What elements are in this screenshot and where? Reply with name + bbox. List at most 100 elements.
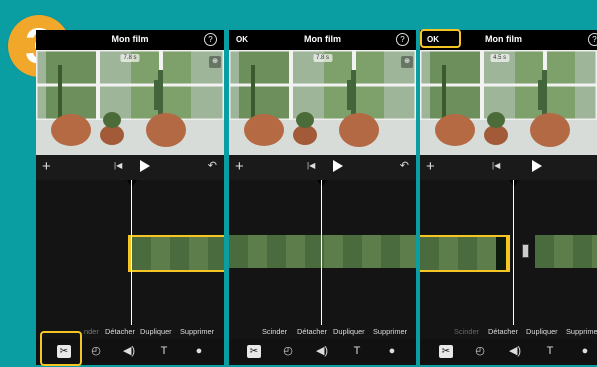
frame bbox=[400, 235, 416, 268]
frame bbox=[343, 235, 362, 268]
frame bbox=[132, 237, 151, 270]
frame bbox=[420, 237, 439, 270]
text-icon[interactable]: T bbox=[543, 345, 557, 358]
split-action[interactable]: Scinder bbox=[454, 327, 479, 336]
delete-action[interactable]: Supprimer bbox=[373, 327, 407, 336]
split-action[interactable]: nder bbox=[84, 327, 99, 336]
editor-panel-2: OK Mon film ? 7.8 s ⊕ + |◀ ↶ Scinder Dét… bbox=[229, 30, 416, 365]
playhead[interactable] bbox=[513, 180, 514, 325]
scissors-highlight bbox=[40, 331, 82, 366]
delete-action[interactable]: Supprimer bbox=[180, 327, 214, 336]
zoom-icon[interactable]: ⊕ bbox=[209, 56, 221, 68]
duplicate-action[interactable]: Dupliquer bbox=[333, 327, 365, 336]
split-marker bbox=[522, 244, 529, 258]
scissors-icon[interactable]: ✂ bbox=[439, 345, 453, 358]
undo-icon[interactable]: ↶ bbox=[400, 159, 409, 172]
scissors-icon[interactable]: ✂ bbox=[247, 345, 261, 358]
clip-duration-label: 7.8 s bbox=[120, 54, 140, 62]
clip-strip[interactable] bbox=[229, 235, 416, 268]
playhead-notch bbox=[317, 180, 327, 187]
frame bbox=[362, 235, 381, 268]
project-title: Mon film bbox=[111, 34, 149, 44]
playhead-notch bbox=[127, 180, 137, 187]
frame bbox=[229, 235, 248, 268]
plus-icon[interactable]: + bbox=[42, 158, 51, 175]
zoom-icon[interactable]: ⊕ bbox=[401, 56, 413, 68]
frame bbox=[592, 235, 597, 268]
volume-icon[interactable]: ◀) bbox=[122, 345, 136, 358]
text-icon[interactable]: T bbox=[350, 345, 364, 358]
duplicate-action[interactable]: Dupliquer bbox=[140, 327, 172, 336]
duplicate-action[interactable]: Dupliquer bbox=[526, 327, 558, 336]
filters-icon[interactable]: ● bbox=[192, 345, 206, 358]
filters-icon[interactable]: ● bbox=[385, 345, 399, 358]
top-bar: OK Mon film ? bbox=[229, 30, 416, 50]
frame bbox=[208, 237, 224, 270]
frame bbox=[477, 237, 496, 270]
volume-icon[interactable]: ◀) bbox=[315, 345, 329, 358]
skip-back-icon[interactable]: |◀ bbox=[307, 161, 315, 170]
bottom-toolbar: ✂ ◴ ◀) T ● bbox=[420, 339, 597, 365]
frame bbox=[267, 235, 286, 268]
frame bbox=[248, 235, 267, 268]
frame bbox=[535, 235, 554, 268]
video-preview: 7.8 s ⊕ bbox=[36, 50, 224, 155]
detach-action[interactable]: Détacher bbox=[488, 327, 518, 336]
skip-back-icon[interactable]: |◀ bbox=[492, 161, 500, 170]
plus-icon[interactable]: + bbox=[426, 158, 435, 175]
playback-controls: + |◀ bbox=[420, 155, 597, 180]
frame bbox=[286, 235, 305, 268]
frame bbox=[573, 235, 592, 268]
video-preview: 4.5 s bbox=[420, 50, 597, 155]
speed-icon[interactable]: ◴ bbox=[473, 345, 487, 358]
skip-back-icon[interactable]: |◀ bbox=[114, 161, 122, 170]
detach-action[interactable]: Détacher bbox=[297, 327, 327, 336]
help-icon[interactable]: ? bbox=[396, 33, 409, 46]
text-icon[interactable]: T bbox=[157, 345, 171, 358]
undo-icon[interactable]: ↶ bbox=[208, 159, 217, 172]
delete-action[interactable]: Supprime bbox=[566, 327, 597, 336]
split-action[interactable]: Scinder bbox=[262, 327, 287, 336]
speed-icon[interactable]: ◴ bbox=[89, 345, 103, 358]
project-title: Mon film bbox=[304, 34, 341, 44]
help-icon[interactable]: ? bbox=[588, 33, 597, 46]
frame bbox=[324, 235, 343, 268]
frame bbox=[458, 237, 477, 270]
bottom-toolbar: ✂ ◴ ◀) T ● bbox=[229, 339, 416, 365]
play-icon[interactable] bbox=[333, 160, 343, 172]
playhead-notch bbox=[509, 180, 519, 187]
frame bbox=[439, 237, 458, 270]
frame bbox=[170, 237, 189, 270]
playback-controls: + |◀ ↶ bbox=[36, 155, 224, 180]
clip-actions: Scinder Détacher Dupliquer Supprime bbox=[420, 325, 597, 339]
video-preview: 7.8 s ⊕ bbox=[229, 50, 416, 155]
timeline[interactable] bbox=[229, 180, 416, 325]
top-bar: Mon film ? bbox=[36, 30, 224, 50]
timeline[interactable] bbox=[36, 180, 224, 325]
ok-highlight bbox=[420, 29, 461, 48]
clip-duration-label: 4.5 s bbox=[490, 54, 510, 62]
clip-strip-left-selected[interactable] bbox=[420, 235, 510, 272]
clip-actions: Scinder Détacher Dupliquer Supprimer bbox=[229, 325, 416, 339]
help-icon[interactable]: ? bbox=[204, 33, 217, 46]
play-icon[interactable] bbox=[140, 160, 150, 172]
play-icon[interactable] bbox=[532, 160, 542, 172]
playhead[interactable] bbox=[131, 180, 132, 325]
filters-icon[interactable]: ● bbox=[578, 345, 592, 358]
plus-icon[interactable]: + bbox=[235, 158, 244, 175]
frame bbox=[189, 237, 208, 270]
clip-strip-right[interactable] bbox=[535, 235, 597, 268]
frame bbox=[151, 237, 170, 270]
frame bbox=[554, 235, 573, 268]
frame bbox=[381, 235, 400, 268]
playhead[interactable] bbox=[321, 180, 322, 325]
playback-controls: + |◀ ↶ bbox=[229, 155, 416, 180]
speed-icon[interactable]: ◴ bbox=[281, 345, 295, 358]
clip-duration-label: 7.8 s bbox=[312, 54, 333, 62]
volume-icon[interactable]: ◀) bbox=[508, 345, 522, 358]
timeline[interactable] bbox=[420, 180, 597, 325]
clip-strip-selected[interactable] bbox=[128, 235, 224, 272]
detach-action[interactable]: Détacher bbox=[105, 327, 135, 336]
editor-panel-1: Mon film ? 7.8 s ⊕ + |◀ ↶ nder Détacher … bbox=[36, 30, 224, 365]
editor-panel-3: OK Mon film ? 4.5 s + |◀ Scinder Détache… bbox=[420, 30, 597, 365]
